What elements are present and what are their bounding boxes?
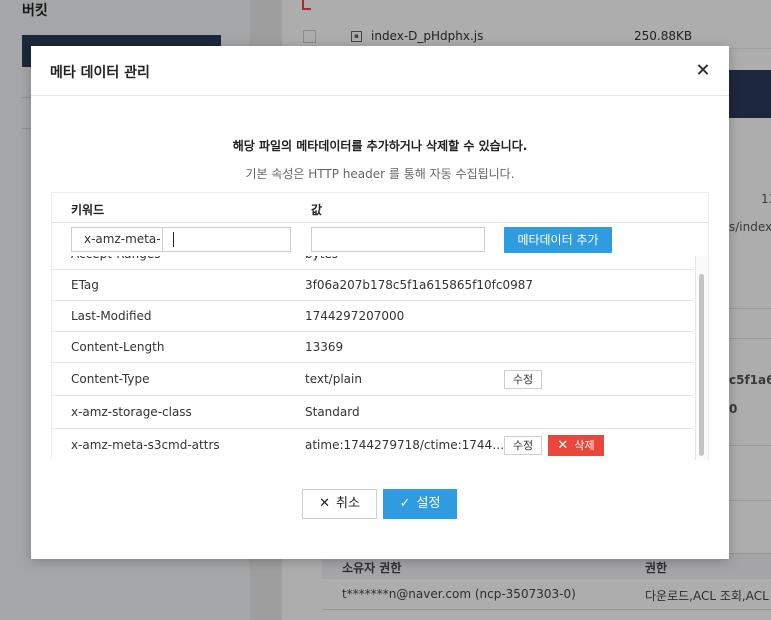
table-row: Content-Length 13369 xyxy=(52,332,694,363)
check-icon: ✓ xyxy=(399,496,411,511)
scrollbar-thumb[interactable] xyxy=(699,274,704,456)
text-cursor xyxy=(173,232,174,247)
cancel-button[interactable]: ✕ 취소 xyxy=(302,489,377,519)
table-row: x-amz-storage-class Standard xyxy=(52,396,694,429)
modal-description: 해당 파일의 메타데이터를 추가하거나 삭제할 수 있습니다. xyxy=(232,139,528,153)
metadata-key: Content-Length xyxy=(71,340,165,354)
confirm-button[interactable]: ✓ 설정 xyxy=(383,489,457,519)
table-row: ETag 3f06a207b178c5f1a615865f10fc0987 xyxy=(52,270,694,301)
metadata-value: bytes xyxy=(305,256,338,261)
metadata-value: 13369 xyxy=(305,340,344,354)
metadata-key: Content-Type xyxy=(71,372,150,386)
delete-label: 삭제 xyxy=(574,439,595,452)
table-row: Last-Modified 1744297207000 xyxy=(52,301,694,332)
metadata-key: Accept-Ranges xyxy=(71,256,161,261)
metadata-list[interactable]: Accept-Ranges bytes ETag 3f06a207b178c5f… xyxy=(52,256,708,460)
metadata-key: x-amz-meta-s3cmd-attrs xyxy=(71,438,220,452)
metadata-key: ETag xyxy=(71,278,99,292)
metadata-value: Standard xyxy=(305,405,360,419)
close-icon[interactable] xyxy=(694,61,712,79)
value-column-header: 값 xyxy=(311,203,323,217)
edit-button[interactable]: 수정 xyxy=(504,370,542,389)
metadata-modal: 메타 데이터 관리 해당 파일의 메타데이터를 추가하거나 삭제할 수 있습니다… xyxy=(31,46,729,559)
cancel-label: 취소 xyxy=(335,496,360,511)
key-column-header: 키워드 xyxy=(71,203,105,217)
add-metadata-button[interactable]: 메타데이터 추가 xyxy=(504,227,612,253)
value-input[interactable] xyxy=(311,227,485,252)
scrollbar[interactable] xyxy=(695,256,708,460)
key-input[interactable] xyxy=(162,227,291,252)
edit-button[interactable]: 수정 xyxy=(504,436,542,455)
confirm-label: 설정 xyxy=(416,496,441,511)
metadata-key: x-amz-storage-class xyxy=(71,405,192,419)
metadata-value: 1744297207000 xyxy=(305,309,405,323)
table-row: x-amz-meta-s3cmd-attrs atime:1744279718/… xyxy=(52,429,694,460)
metadata-key: Last-Modified xyxy=(71,309,152,323)
close-icon: ✕ xyxy=(319,496,330,511)
key-prefix: x-amz-meta- xyxy=(71,227,163,252)
metadata-table: 키워드 값 x-amz-meta- 메타데이터 추가 Accept-Ranges… xyxy=(51,192,709,460)
table-header: 키워드 값 xyxy=(52,193,708,223)
metadata-value: text/plain xyxy=(305,372,362,386)
close-icon: ✕ xyxy=(557,438,569,453)
modal-title: 메타 데이터 관리 xyxy=(50,65,150,81)
delete-button[interactable]: ✕ 삭제 xyxy=(548,435,604,456)
metadata-value: 3f06a207b178c5f1a615865f10fc0987 xyxy=(305,278,534,292)
modal-header: 메타 데이터 관리 xyxy=(31,46,729,96)
table-row: Accept-Ranges bytes xyxy=(52,256,694,270)
table-row: Content-Type text/plain 수정 xyxy=(52,363,694,396)
modal-sub-description: 기본 속성은 HTTP header 를 통해 자동 수집됩니다. xyxy=(245,167,515,181)
add-metadata-row: x-amz-meta- 메타데이터 추가 xyxy=(52,223,708,256)
metadata-value: atime:1744279718/ctime:1744… xyxy=(305,438,505,452)
